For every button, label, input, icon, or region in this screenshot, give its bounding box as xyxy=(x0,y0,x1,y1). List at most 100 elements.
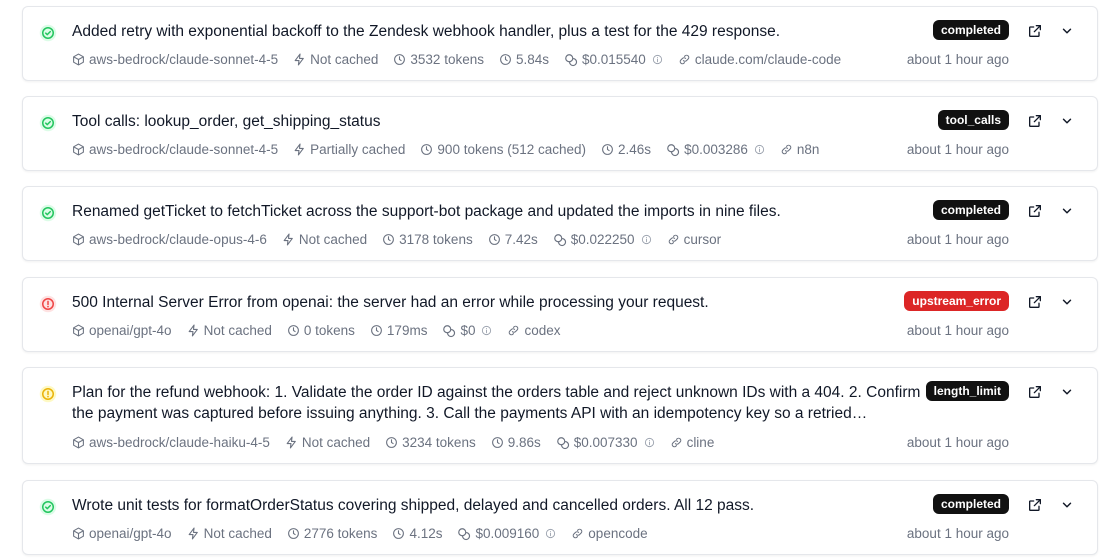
duration-info: 179ms xyxy=(370,323,427,338)
cost: $0.015540 xyxy=(582,52,646,67)
info-icon[interactable] xyxy=(652,54,663,65)
coins-icon xyxy=(442,324,456,338)
token-info: 3234 tokens xyxy=(385,435,476,450)
log-row[interactable]: Wrote unit tests for formatOrderStatus c… xyxy=(22,480,1098,555)
cache-info: Not cached xyxy=(285,435,370,450)
cost-info: $0.022250 xyxy=(553,232,652,247)
external-link-icon xyxy=(1027,294,1043,315)
open-external-button[interactable] xyxy=(1025,497,1045,517)
cache-info: Not cached xyxy=(282,232,367,247)
coins-icon xyxy=(553,233,567,247)
bolt-icon xyxy=(187,324,200,337)
relative-time: about 1 hour ago xyxy=(906,142,1009,157)
cost-info: $0 xyxy=(442,323,492,338)
info-icon[interactable] xyxy=(545,528,556,539)
row-title: Plan for the refund webhook: 1. Validate… xyxy=(72,384,921,422)
open-external-button[interactable] xyxy=(1025,203,1045,223)
info-icon[interactable] xyxy=(754,144,765,155)
duration: 2.46s xyxy=(618,142,652,157)
link-icon xyxy=(670,436,683,449)
source-info: n8n xyxy=(780,142,820,157)
relative-time: about 1 hour ago xyxy=(906,526,1009,541)
model-name: openai/gpt-4o xyxy=(89,323,172,338)
expand-row-button[interactable] xyxy=(1057,294,1077,314)
source-name[interactable]: n8n xyxy=(797,142,820,157)
open-external-button[interactable] xyxy=(1025,294,1045,314)
log-row[interactable]: Plan for the refund webhook: 1. Validate… xyxy=(22,367,1098,464)
external-link-icon xyxy=(1027,23,1043,44)
box-icon xyxy=(72,143,85,156)
token-info: 900 tokens (512 cached) xyxy=(420,142,586,157)
token-info: 3178 tokens xyxy=(382,232,473,247)
relative-time: about 1 hour ago xyxy=(906,435,1009,450)
clock-icon xyxy=(382,233,395,246)
bolt-icon xyxy=(285,436,298,449)
clock-icon xyxy=(287,527,300,540)
model-info: aws-bedrock/claude-sonnet-4-5 xyxy=(72,142,278,157)
timer-icon xyxy=(601,143,614,156)
open-external-button[interactable] xyxy=(1025,23,1045,43)
row-title: Renamed getTicket to fetchTicket across … xyxy=(72,203,781,220)
log-row[interactable]: Tool calls: lookup_order, get_shipping_s… xyxy=(22,96,1098,171)
open-external-button[interactable] xyxy=(1025,113,1045,133)
model-name: aws-bedrock/claude-opus-4-6 xyxy=(89,232,267,247)
source-name[interactable]: claude.com/claude-code xyxy=(695,52,841,67)
link-icon xyxy=(507,324,520,337)
timer-icon xyxy=(392,527,405,540)
box-icon xyxy=(72,324,85,337)
open-external-button[interactable] xyxy=(1025,384,1045,404)
token-count: 900 tokens (512 cached) xyxy=(437,142,587,157)
log-row[interactable]: Renamed getTicket to fetchTicket across … xyxy=(22,186,1098,261)
token-count: 3532 tokens xyxy=(410,52,484,67)
cost-info: $0.009160 xyxy=(457,526,556,541)
cache-status: Not cached xyxy=(203,323,272,338)
expand-row-button[interactable] xyxy=(1057,203,1077,223)
log-row[interactable]: 500 Internal Server Error from openai: t… xyxy=(22,277,1098,352)
token-count: 3178 tokens xyxy=(399,232,473,247)
model-name: aws-bedrock/claude-sonnet-4-5 xyxy=(89,52,279,67)
log-row[interactable]: Added retry with exponential backoff to … xyxy=(22,6,1098,81)
source-name[interactable]: cline xyxy=(687,435,715,450)
token-info: 3532 tokens xyxy=(393,52,484,67)
external-link-icon xyxy=(1027,384,1043,405)
cost: $0.022250 xyxy=(570,232,635,247)
expand-row-button[interactable] xyxy=(1057,113,1077,133)
chevron-down-icon xyxy=(1060,498,1074,517)
expand-row-button[interactable] xyxy=(1057,23,1077,43)
row-meta: aws-bedrock/claude-sonnet-4-5 Partially c… xyxy=(72,142,819,157)
relative-time: about 1 hour ago xyxy=(906,52,1009,67)
row-meta: aws-bedrock/claude-haiku-4-5 Not cached 32… xyxy=(72,435,714,450)
token-count: 0 tokens xyxy=(303,323,355,338)
cache-status: Not cached xyxy=(310,52,379,67)
source-name[interactable]: cursor xyxy=(684,232,722,247)
chevron-down-icon xyxy=(1060,24,1074,43)
expand-row-button[interactable] xyxy=(1057,497,1077,517)
cost-info: $0.003286 xyxy=(666,142,765,157)
source-name[interactable]: codex xyxy=(524,323,560,338)
info-icon[interactable] xyxy=(644,437,655,448)
timer-icon xyxy=(491,436,504,449)
check-circle-icon xyxy=(39,114,57,132)
status-badge: completed xyxy=(932,200,1009,220)
source-info: opencode xyxy=(571,526,648,541)
token-count: 2776 tokens xyxy=(303,526,378,541)
token-info: 2776 tokens xyxy=(287,526,378,541)
source-name[interactable]: opencode xyxy=(588,526,647,541)
status-badge: length_limit xyxy=(925,381,1009,401)
coins-icon xyxy=(556,436,570,450)
alert-circle-icon xyxy=(39,385,57,403)
link-icon xyxy=(678,53,691,66)
timer-icon xyxy=(488,233,501,246)
info-icon[interactable] xyxy=(481,325,492,336)
model-info: openai/gpt-4o xyxy=(72,323,172,338)
cost: $0.007330 xyxy=(573,435,638,450)
expand-row-button[interactable] xyxy=(1057,384,1077,404)
cost-info: $0.007330 xyxy=(556,435,655,450)
model-info: openai/gpt-4o xyxy=(72,526,172,541)
cache-info: Not cached xyxy=(187,323,272,338)
link-icon xyxy=(667,233,680,246)
relative-time: about 1 hour ago xyxy=(906,232,1009,247)
timer-icon xyxy=(370,324,383,337)
token-info: 0 tokens xyxy=(287,323,355,338)
info-icon[interactable] xyxy=(641,234,652,245)
